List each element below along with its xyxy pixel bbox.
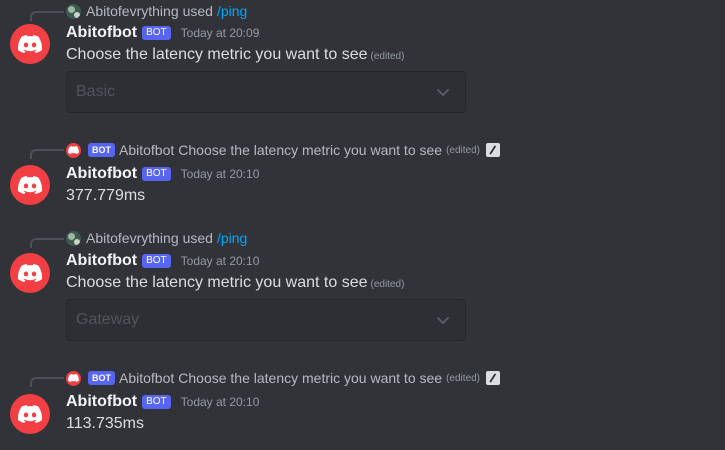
discord-logo-icon xyxy=(18,264,42,282)
chevron-down-icon xyxy=(437,317,449,324)
message-header: Abitofbot BOT Today at 20:09 xyxy=(66,23,259,43)
command-link[interactable]: /ping xyxy=(217,3,247,19)
message-text: Choose the latency metric you want to se… xyxy=(66,274,368,291)
reply-preview[interactable]: BOT Abitofbot Choose the latency metric … xyxy=(66,141,500,159)
latency-select[interactable]: Basic xyxy=(66,71,466,113)
reply-connector xyxy=(30,377,64,387)
message-content: 113.735ms xyxy=(66,415,144,433)
command-link[interactable]: /ping xyxy=(217,230,247,246)
message-header: Abitofbot BOT Today at 20:10 xyxy=(66,164,259,184)
message-header: Abitofbot BOT Today at 20:10 xyxy=(66,392,259,412)
latency-select[interactable]: Gateway xyxy=(66,299,466,341)
reply-preview[interactable]: Abitofevrything used /ping xyxy=(66,229,247,247)
bot-tag: BOT xyxy=(142,167,171,181)
reply-connector xyxy=(30,238,64,248)
reply-bot-tag: BOT xyxy=(88,371,115,385)
reply-used-text: used xyxy=(182,230,213,246)
message-content: 377.779ms xyxy=(66,187,145,205)
edited-label: (edited) xyxy=(370,279,405,290)
username[interactable]: Abitofbot xyxy=(66,24,137,42)
reply-username[interactable]: Abitofevrything xyxy=(86,3,179,19)
select-value: Basic xyxy=(76,83,116,100)
message-content: Choose the latency metric you want to se… xyxy=(66,274,404,292)
reply-username[interactable]: Abitofbot xyxy=(119,142,174,158)
bot-avatar-icon[interactable] xyxy=(66,370,81,386)
reply-username[interactable]: Abitofevrything xyxy=(86,230,179,246)
reply-edited-label: (edited) xyxy=(446,372,480,384)
bot-tag: BOT xyxy=(142,254,171,268)
reply-preview[interactable]: Abitofevrything used /ping xyxy=(66,2,247,20)
timestamp[interactable]: Today at 20:10 xyxy=(181,167,260,181)
timestamp[interactable]: Today at 20:09 xyxy=(181,26,260,40)
chevron-down-icon xyxy=(437,89,449,96)
latency-value: 113.735ms xyxy=(66,415,144,432)
user-avatar-icon[interactable] xyxy=(66,3,81,19)
reply-username[interactable]: Abitofbot xyxy=(119,370,174,386)
user-avatar-icon[interactable] xyxy=(66,230,81,246)
message-header: Abitofbot BOT Today at 20:10 xyxy=(66,251,259,271)
discord-logo-icon xyxy=(18,405,42,423)
reply-text[interactable]: Choose the latency metric you want to se… xyxy=(178,370,442,386)
select-value: Gateway xyxy=(76,311,140,328)
edited-label: (edited) xyxy=(370,51,405,62)
avatar[interactable] xyxy=(10,165,50,205)
timestamp[interactable]: Today at 20:10 xyxy=(181,395,260,409)
discord-logo-icon xyxy=(18,176,42,194)
discord-logo-icon xyxy=(18,35,42,53)
reply-edited-label: (edited) xyxy=(446,144,480,156)
reply-used-text: used xyxy=(182,3,213,19)
avatar[interactable] xyxy=(10,253,50,293)
message-content: Choose the latency metric you want to se… xyxy=(66,46,404,64)
timestamp[interactable]: Today at 20:10 xyxy=(181,254,260,268)
slash-command-icon xyxy=(485,143,500,157)
reply-preview[interactable]: BOT Abitofbot Choose the latency metric … xyxy=(66,369,500,387)
avatar[interactable] xyxy=(10,24,50,64)
username[interactable]: Abitofbot xyxy=(66,393,137,411)
reply-connector xyxy=(30,149,64,159)
bot-tag: BOT xyxy=(142,395,171,409)
bot-avatar-icon[interactable] xyxy=(66,142,81,158)
avatar[interactable] xyxy=(10,394,50,434)
username[interactable]: Abitofbot xyxy=(66,252,137,270)
reply-bot-tag: BOT xyxy=(88,143,115,157)
latency-value: 377.779ms xyxy=(66,187,146,204)
slash-command-icon xyxy=(485,371,500,385)
reply-connector xyxy=(30,11,64,21)
message-text: Choose the latency metric you want to se… xyxy=(66,46,368,63)
reply-text[interactable]: Choose the latency metric you want to se… xyxy=(178,142,442,158)
bot-tag: BOT xyxy=(142,26,171,40)
username[interactable]: Abitofbot xyxy=(66,165,137,183)
